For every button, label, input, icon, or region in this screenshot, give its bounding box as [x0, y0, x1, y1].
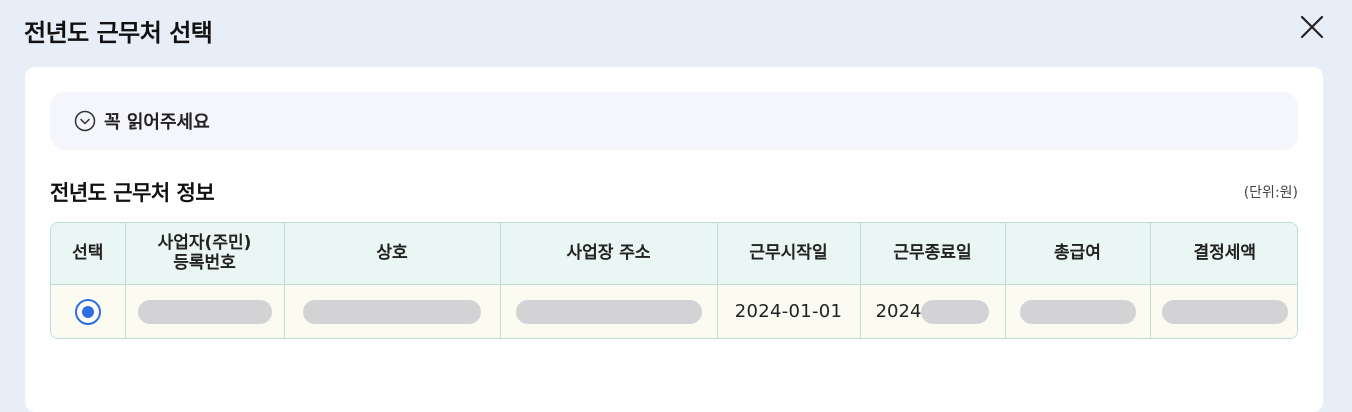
modal-body: 꼭 읽어주세요 전년도 근무처 정보 (단위:원) 선택 사업자(주민) 등록번…	[25, 67, 1323, 412]
header-company-name: 상호	[284, 223, 501, 285]
redacted-value	[137, 299, 272, 324]
table-header-row: 선택 사업자(주민) 등록번호 상호 사업장 주소 근무시작일 근무종료일 총급…	[51, 223, 1297, 285]
row-select-radio[interactable]	[74, 298, 101, 325]
modal-title: 전년도 근무처 선택	[24, 19, 213, 47]
close-button[interactable]	[1296, 11, 1328, 43]
end-date-cell: 2024	[860, 284, 1006, 338]
header-total-salary: 총급여	[1005, 223, 1151, 285]
header-start-date: 근무시작일	[717, 223, 861, 285]
end-date-value: 2024	[875, 301, 922, 323]
header-select: 선택	[51, 223, 126, 285]
unit-label: (단위:원)	[1243, 185, 1298, 201]
header-registration-number-label: 사업자(주민) 등록번호	[157, 232, 252, 274]
workplace-table: 선택 사업자(주민) 등록번호 상호 사업장 주소 근무시작일 근무종료일 총급…	[50, 222, 1298, 339]
close-icon	[1300, 15, 1324, 39]
section-title: 전년도 근무처 정보	[50, 181, 215, 205]
header-registration-number: 사업자(주민) 등록번호	[125, 223, 285, 285]
redacted-value	[1019, 299, 1136, 324]
select-cell	[51, 284, 126, 338]
header-address: 사업장 주소	[500, 223, 718, 285]
notice-label: 꼭 읽어주세요	[104, 112, 210, 133]
redacted-value	[303, 299, 481, 324]
header-end-date: 근무종료일	[860, 223, 1006, 285]
start-date-cell: 2024-01-01	[717, 284, 861, 338]
redacted-value	[515, 299, 702, 324]
redacted-value	[1161, 299, 1288, 324]
table-row[interactable]: 2024-01-01 2024	[51, 284, 1297, 338]
registration-number-cell	[125, 284, 285, 338]
chevron-down-circle-icon	[74, 110, 96, 132]
company-name-cell	[284, 284, 501, 338]
tax-amount-cell	[1150, 284, 1297, 338]
notice-toggle[interactable]: 꼭 읽어주세요	[50, 92, 1298, 150]
header-tax-amount: 결정세액	[1150, 223, 1297, 285]
start-date-value: 2024-01-01	[734, 301, 843, 323]
total-salary-cell	[1005, 284, 1151, 338]
address-cell	[500, 284, 718, 338]
redacted-value	[921, 299, 990, 324]
